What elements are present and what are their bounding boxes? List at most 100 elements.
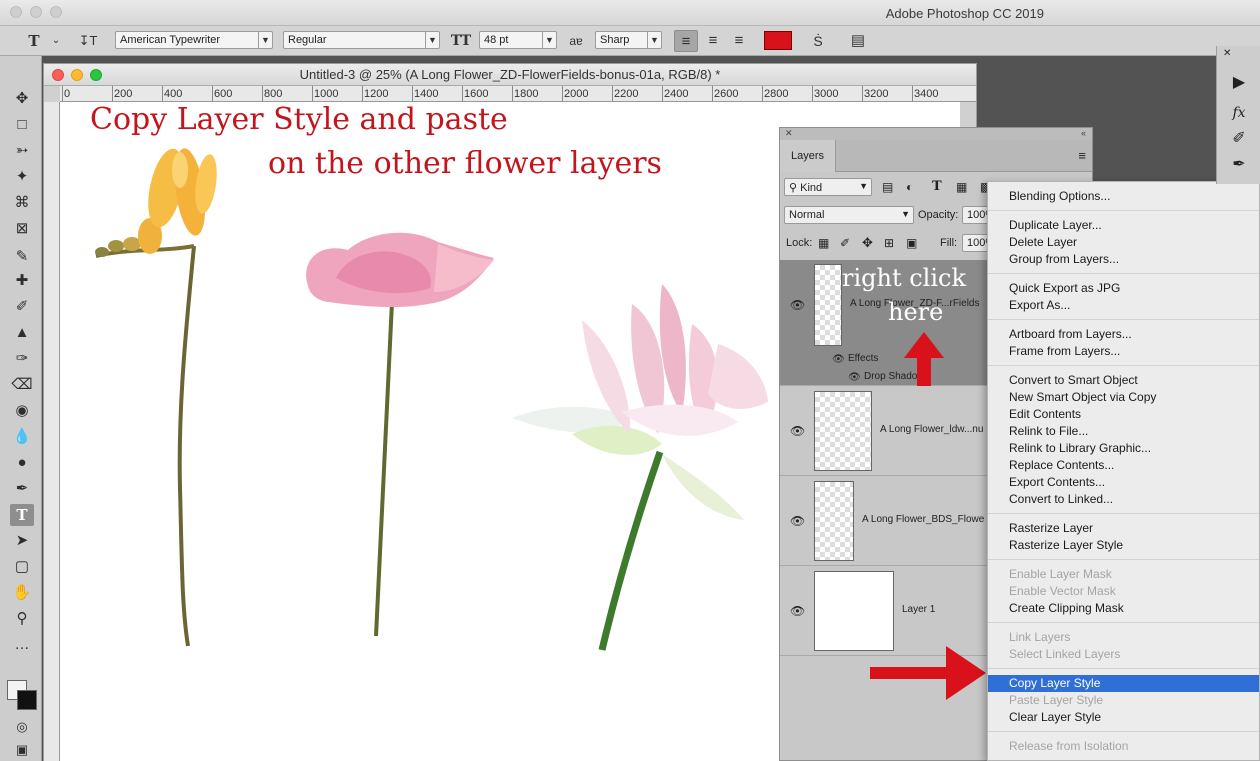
- rectangle-tool-icon[interactable]: ▢: [10, 556, 34, 578]
- shape-filter-icon[interactable]: ▦: [956, 180, 967, 194]
- ruler-tick-label: 2000: [564, 88, 589, 100]
- marquee-tool-icon[interactable]: □: [10, 114, 34, 136]
- eyedropper-tool-icon[interactable]: ✎: [10, 246, 34, 268]
- ruler-tick: [412, 86, 413, 101]
- lock-pixels-icon[interactable]: ✐: [840, 236, 850, 250]
- background-color-swatch[interactable]: [17, 690, 37, 710]
- type-filter-icon[interactable]: T: [932, 179, 942, 194]
- collapse-icon[interactable]: «: [1081, 128, 1086, 138]
- visibility-eye-icon[interactable]: 👁: [832, 354, 845, 365]
- path-selection-icon[interactable]: ➤: [10, 530, 34, 552]
- blur-tool-icon[interactable]: 💧: [10, 426, 34, 448]
- brush-settings-icon[interactable]: ✐: [1227, 128, 1251, 150]
- character-panel-icon[interactable]: ▤: [846, 30, 870, 52]
- dodge-tool-icon[interactable]: ●: [10, 452, 34, 474]
- visibility-eye-icon[interactable]: 👁: [848, 372, 861, 383]
- text-color-swatch[interactable]: [764, 31, 792, 50]
- menu-item[interactable]: Frame from Layers...: [988, 343, 1259, 360]
- type-tool-icon[interactable]: T: [10, 504, 34, 526]
- window-zoom-button[interactable]: [50, 6, 62, 18]
- font-family-select[interactable]: American Typewriter ▼: [115, 31, 273, 49]
- blend-mode-select[interactable]: Normal ▼: [784, 206, 914, 224]
- tab-layers[interactable]: Layers: [780, 140, 836, 172]
- close-icon[interactable]: ✕: [1223, 48, 1231, 59]
- menu-item[interactable]: Export As...: [988, 297, 1259, 314]
- quick-mask-icon[interactable]: ◎: [10, 716, 34, 738]
- paint-bucket-icon[interactable]: ◉: [10, 400, 34, 422]
- move-tool-icon[interactable]: ✥: [10, 88, 34, 110]
- menu-item[interactable]: Clear Layer Style: [988, 709, 1259, 726]
- chevron-down-icon[interactable]: ⌄: [44, 30, 68, 52]
- ruler-tick-label: 1400: [414, 88, 439, 100]
- visibility-eye-icon[interactable]: 👁: [790, 424, 805, 438]
- lock-all-icon[interactable]: ▣: [906, 236, 917, 250]
- adjustment-filter-icon[interactable]: ◐: [906, 180, 913, 194]
- history-brush-icon[interactable]: ✑: [10, 348, 34, 370]
- menu-item[interactable]: Convert to Smart Object: [988, 372, 1259, 389]
- window-minimize-button[interactable]: [30, 6, 42, 18]
- ruler-tick: [762, 86, 763, 101]
- filter-kind-value: Kind: [800, 182, 823, 194]
- pen-tool-icon[interactable]: ✒: [10, 478, 34, 500]
- ruler-tick-label: 1600: [464, 88, 489, 100]
- headline-line-1: Copy Layer Style and paste: [90, 102, 508, 137]
- lock-position-icon[interactable]: ✥: [862, 235, 873, 251]
- frame-tool-icon[interactable]: ⊠: [10, 218, 34, 240]
- close-icon[interactable]: ✕: [785, 128, 793, 139]
- font-size-select[interactable]: 48 pt ▼: [479, 31, 557, 49]
- align-left-button[interactable]: ≡: [674, 30, 698, 52]
- layer-name: Layer 1: [902, 604, 936, 615]
- menu-item[interactable]: Quick Export as JPG: [988, 280, 1259, 297]
- horizontal-ruler: 0 200 400 600 800 1000 1200 1400 1600 1800 2000 220…: [60, 86, 976, 102]
- paths-icon[interactable]: ✒: [1227, 154, 1251, 176]
- lock-transparent-icon[interactable]: ▦: [818, 236, 829, 250]
- menu-item[interactable]: Delete Layer: [988, 234, 1259, 251]
- menu-item[interactable]: Edit Contents: [988, 406, 1259, 423]
- fx-styles-icon[interactable]: fx: [1227, 102, 1251, 124]
- menu-item[interactable]: Export Contents...: [988, 474, 1259, 491]
- window-close-button[interactable]: [10, 6, 22, 18]
- menu-item[interactable]: Rasterize Layer Style: [988, 537, 1259, 554]
- align-right-button[interactable]: ≡: [727, 30, 751, 52]
- healing-brush-icon[interactable]: ✚: [10, 270, 34, 292]
- menu-item[interactable]: Blending Options...: [988, 188, 1259, 205]
- warp-text-icon[interactable]: Ṡ: [806, 30, 830, 52]
- ruler-tick-label: 2400: [664, 88, 689, 100]
- more-tools-icon[interactable]: …: [10, 634, 34, 656]
- menu-item[interactable]: Relink to File...: [988, 423, 1259, 440]
- type-tool-preset-icon[interactable]: T: [22, 30, 46, 52]
- menu-item[interactable]: Create Clipping Mask: [988, 600, 1259, 617]
- visibility-eye-icon[interactable]: 👁: [790, 604, 805, 618]
- panel-menu-icon[interactable]: ≡: [1078, 148, 1086, 163]
- menu-item[interactable]: Relink to Library Graphic...: [988, 440, 1259, 457]
- play-action-icon[interactable]: ▶: [1227, 72, 1251, 94]
- menu-item: Select Linked Layers: [1009, 647, 1121, 661]
- brush-tool-icon[interactable]: ✐: [10, 296, 34, 318]
- antialias-select[interactable]: Sharp ▼: [595, 31, 662, 49]
- visibility-eye-icon[interactable]: 👁: [790, 514, 805, 528]
- visibility-eye-icon[interactable]: 👁: [790, 298, 805, 312]
- menu-item[interactable]: New Smart Object via Copy: [988, 389, 1259, 406]
- zoom-tool-icon[interactable]: ⚲: [10, 608, 34, 630]
- menu-item[interactable]: Duplicate Layer...: [988, 217, 1259, 234]
- font-style-select[interactable]: Regular ▼: [283, 31, 440, 49]
- eraser-tool-icon[interactable]: ⌫: [10, 374, 34, 396]
- stamp-tool-icon[interactable]: ▲: [10, 322, 34, 344]
- align-center-button[interactable]: ≡: [701, 30, 725, 52]
- menu-item[interactable]: Copy Layer Style: [988, 675, 1259, 692]
- menu-item: Link Layers: [1009, 630, 1071, 644]
- menu-item[interactable]: Rasterize Layer: [988, 520, 1259, 537]
- magic-wand-icon[interactable]: ✦: [10, 166, 34, 188]
- screen-mode-icon[interactable]: ▣: [10, 739, 34, 761]
- menu-item[interactable]: Convert to Linked...: [988, 491, 1259, 508]
- menu-item[interactable]: Replace Contents...: [988, 457, 1259, 474]
- filter-kind-select[interactable]: ⚲ Kind ▼: [784, 178, 872, 196]
- text-orientation-icon[interactable]: ↧T: [76, 30, 100, 52]
- lock-artboard-icon[interactable]: ⊞: [884, 236, 894, 250]
- menu-item[interactable]: Group from Layers...: [988, 251, 1259, 268]
- hand-tool-icon[interactable]: ✋: [10, 582, 34, 604]
- pixel-filter-icon[interactable]: ▤: [882, 180, 893, 194]
- crop-tool-icon[interactable]: ⌘: [10, 192, 34, 214]
- menu-item[interactable]: Artboard from Layers...: [988, 326, 1259, 343]
- lasso-tool-icon[interactable]: ➳: [10, 140, 34, 162]
